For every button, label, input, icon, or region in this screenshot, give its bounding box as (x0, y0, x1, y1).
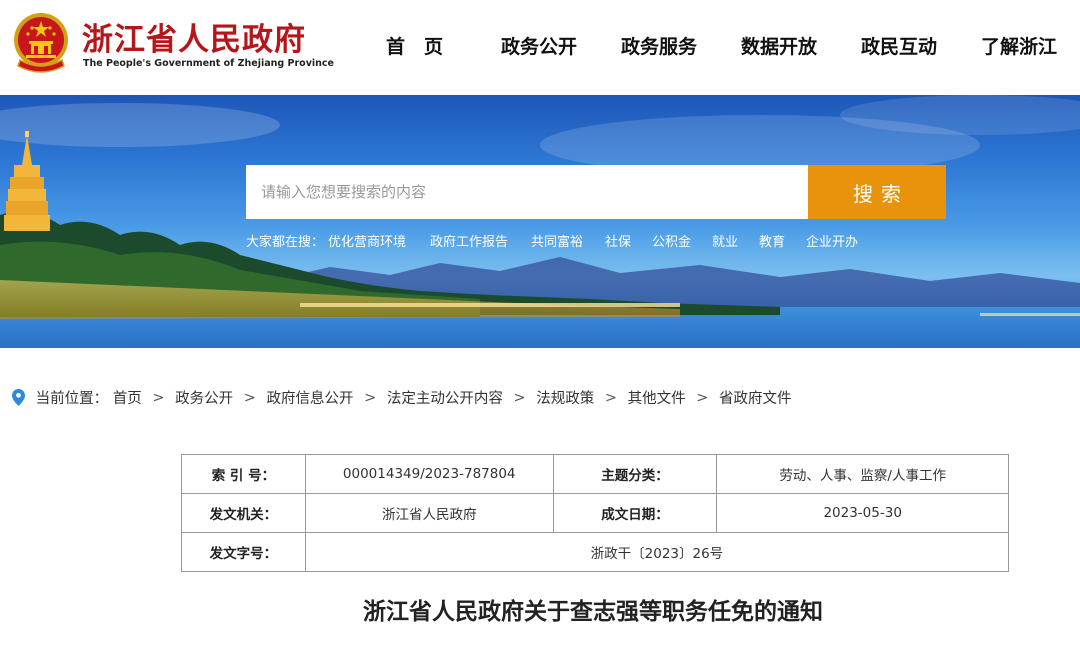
hot-search-link[interactable]: 社保 (605, 231, 631, 250)
search-input[interactable] (246, 165, 808, 219)
location-pin-icon (12, 389, 25, 406)
breadcrumb-separator: > (364, 389, 377, 406)
table-row: 发文字号： 浙政干〔2023〕26号 (181, 532, 1010, 572)
breadcrumb-item-statutory-content[interactable]: 法定主动公开内容 (387, 387, 503, 408)
breadcrumb-item-regulations[interactable]: 法规政策 (536, 387, 594, 408)
hot-search-link[interactable]: 共同富裕 (531, 231, 583, 250)
hot-search-link[interactable]: 政府工作报告 (430, 231, 508, 250)
breadcrumb-item-gov-affairs-open[interactable]: 政务公开 (175, 387, 233, 408)
table-row: 发文机关： 浙江省人民政府 成文日期： 2023-05-30 (181, 493, 1009, 533)
topic-category-value: 劳动、人事、监察/人事工作 (716, 454, 1009, 494)
nav-item-home[interactable]: 首 页 (386, 32, 443, 59)
document-number-key: 发文字号： (181, 532, 306, 572)
hot-search-label: 大家都在搜： (246, 235, 325, 250)
nav-item-gov-affairs-open[interactable]: 政务公开 (501, 32, 577, 59)
search-button[interactable]: 搜索 (808, 165, 946, 219)
breadcrumb-item-provincial-documents[interactable]: 省政府文件 (719, 387, 792, 408)
breadcrumb-item-gov-info-open[interactable]: 政府信息公开 (266, 387, 353, 408)
nav-item-open-data[interactable]: 数据开放 (741, 32, 817, 59)
breadcrumb-label: 当前位置： (35, 391, 109, 407)
breadcrumb-item-other-documents[interactable]: 其他文件 (628, 387, 686, 408)
breadcrumb-item-home[interactable]: 首页 (113, 387, 142, 408)
hot-search-link[interactable]: 教育 (759, 231, 785, 250)
issuing-authority-value: 浙江省人民政府 (304, 493, 554, 533)
nav-item-about-zhejiang[interactable]: 了解浙江 (981, 32, 1057, 59)
topic-category-key: 主题分类： (552, 454, 718, 494)
breadcrumb-separator: > (152, 389, 165, 406)
breadcrumb-separator: > (696, 389, 709, 406)
written-date-key: 成文日期： (552, 493, 718, 533)
search-banner: 搜索 大家都在搜： 优化营商环境 政府工作报告 共同富裕 社保 公积金 就业 教… (0, 95, 1080, 348)
site-subtitle: The People's Government of Zhejiang Prov… (83, 58, 334, 69)
written-date-value: 2023-05-30 (716, 493, 1009, 533)
main-nav: 首 页 政务公开 政务服务 数据开放 政民互动 了解浙江 (372, 32, 1080, 60)
breadcrumb-separator: > (243, 389, 256, 406)
document-title: 浙江省人民政府关于查志强等职务任免的通知 (363, 599, 823, 625)
breadcrumb-separator: > (513, 389, 526, 406)
hot-search-link[interactable]: 公积金 (652, 231, 691, 250)
nav-item-interaction[interactable]: 政民互动 (861, 32, 937, 59)
document-number-value: 浙政干〔2023〕26号 (304, 532, 1010, 572)
hot-search-link[interactable]: 企业开办 (806, 231, 858, 250)
west-lake-scenery-image (0, 95, 1080, 348)
hot-search-link[interactable]: 就业 (712, 231, 738, 250)
breadcrumb: 当前位置： 首页 > 政务公开 > 政府信息公开 > 法定主动公开内容 > 法规… (12, 387, 791, 409)
index-number-value: 000014349/2023-787804 (304, 454, 554, 494)
nav-item-gov-services[interactable]: 政务服务 (621, 32, 697, 59)
hot-search-link[interactable]: 优化营商环境 (328, 231, 406, 250)
index-number-key: 索 引 号： (181, 454, 306, 494)
site-title[interactable]: 浙江省人民政府 (82, 14, 306, 59)
table-row: 索 引 号： 000014349/2023-787804 主题分类： 劳动、人事… (181, 454, 1009, 494)
breadcrumb-separator: > (604, 389, 617, 406)
document-meta-table: 索 引 号： 000014349/2023-787804 主题分类： 劳动、人事… (181, 454, 1010, 572)
national-emblem-icon[interactable] (12, 10, 70, 74)
site-header: 浙江省人民政府 The People's Government of Zheji… (0, 0, 1080, 95)
issuing-authority-key: 发文机关： (181, 493, 306, 533)
